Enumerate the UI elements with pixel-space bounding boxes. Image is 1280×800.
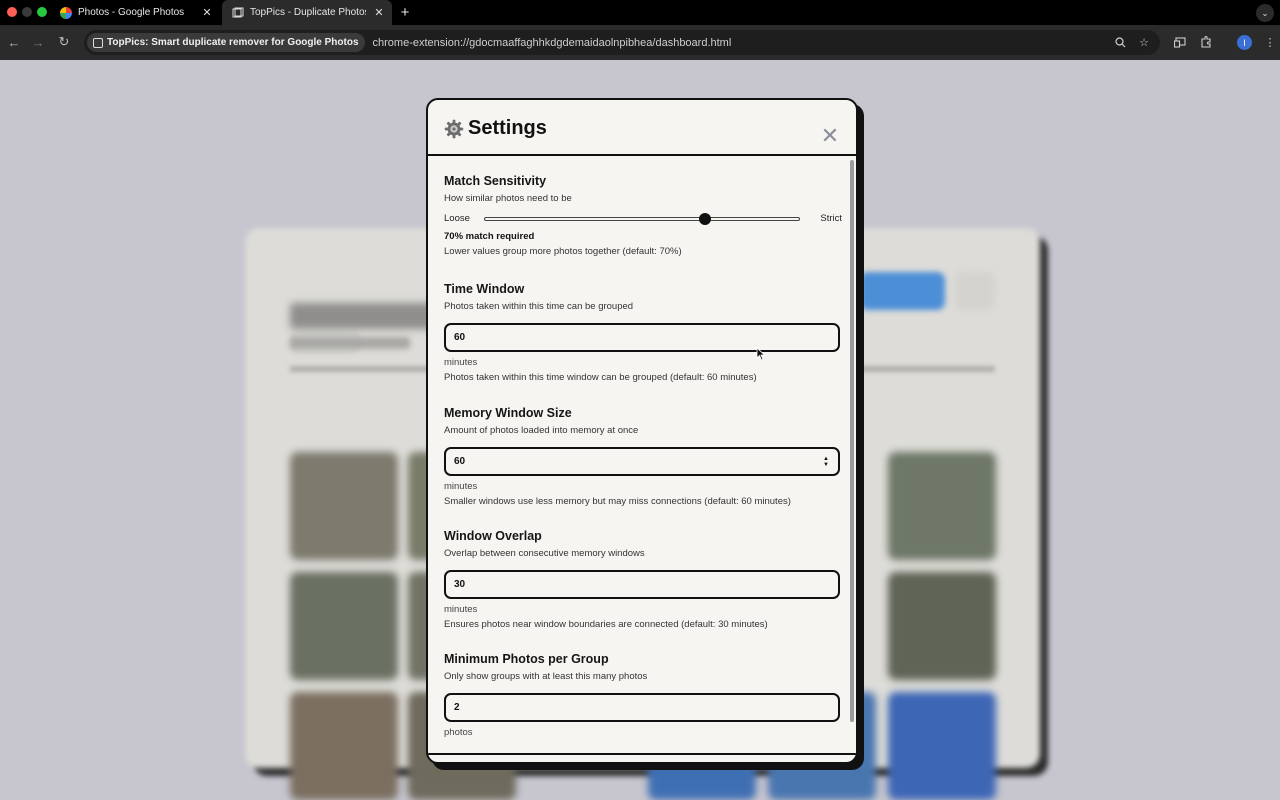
tab-strip: Photos - Google Photos ✕ TopPics - Dupli…: [0, 0, 1280, 25]
time-window-input[interactable]: 60: [444, 323, 840, 352]
unit-label: minutes: [444, 604, 478, 615]
tab-google-photos[interactable]: Photos - Google Photos ✕: [50, 0, 220, 25]
section-title: Memory Window Size: [444, 406, 572, 420]
new-tab-icon[interactable]: +: [396, 3, 414, 21]
kebab-menu-icon[interactable]: ⋮: [1262, 34, 1278, 50]
sensitivity-slider-row: Loose Strict: [444, 211, 842, 227]
toppics-icon: [232, 7, 244, 19]
time-window-section: Time Window Photos taken within this tim…: [444, 282, 842, 383]
gear-icon: [444, 119, 464, 139]
settings-body: Match Sensitivity How similar photos nee…: [428, 158, 848, 754]
section-note: Lower values group more photos together …: [444, 246, 682, 257]
settings-modal: Settings ✕ Match Sensitivity How similar…: [426, 98, 858, 764]
slider-min-label: Loose: [444, 213, 470, 224]
mouse-cursor-icon: [756, 347, 766, 361]
zoom-icon[interactable]: [1112, 34, 1128, 50]
cast-icon[interactable]: [1172, 34, 1188, 50]
profile-avatar[interactable]: I: [1237, 35, 1252, 50]
tab-title: TopPics - Duplicate Photos D: [250, 7, 366, 18]
reload-icon[interactable]: ↻: [55, 33, 73, 51]
section-note: Smaller windows use less memory but may …: [444, 496, 791, 507]
number-stepper-icon[interactable]: ▲ ▼: [822, 456, 830, 468]
blurred-photo-thumb: [888, 452, 996, 560]
memory-window-input[interactable]: 60 ▲ ▼: [444, 447, 840, 476]
close-modal-button[interactable]: ✕: [820, 123, 840, 148]
section-note: Photos taken within this time window can…: [444, 372, 757, 383]
modal-header: Settings ✕: [428, 100, 856, 156]
blurred-primary-button: [860, 272, 945, 310]
unit-label: photos: [444, 727, 473, 738]
sensitivity-slider[interactable]: [484, 213, 800, 225]
close-tab-icon[interactable]: ✕: [200, 6, 214, 20]
forward-arrow-icon[interactable]: →: [29, 33, 47, 51]
scrollbar-thumb[interactable]: [850, 160, 854, 722]
minimize-window-button[interactable]: [22, 7, 32, 17]
input-value: 60: [454, 332, 466, 343]
section-title: Match Sensitivity: [444, 174, 547, 188]
blurred-photo-thumb: [888, 572, 996, 680]
slider-max-label: Strict: [820, 213, 842, 224]
blurred-settings-button: [955, 272, 995, 310]
min-photos-section: Minimum Photos per Group Only show group…: [444, 652, 842, 738]
modal-footer-divider: [428, 753, 856, 755]
blurred-subheading: [290, 337, 410, 349]
maximize-window-button[interactable]: [37, 7, 47, 17]
memory-window-section: Memory Window Size Amount of photos load…: [444, 406, 842, 507]
modal-scrollbar[interactable]: [849, 158, 855, 754]
extension-icon: [93, 37, 103, 48]
unit-label: minutes: [444, 481, 478, 492]
input-value: 30: [454, 579, 466, 590]
section-title: Window Overlap: [444, 529, 542, 543]
google-photos-icon: [60, 6, 72, 19]
extensions-puzzle-icon[interactable]: [1198, 34, 1214, 50]
blurred-photo-thumb: [290, 692, 398, 800]
tab-search-chevron-icon[interactable]: ⌄: [1256, 4, 1274, 22]
tab-toppics[interactable]: TopPics - Duplicate Photos D ✕: [222, 0, 392, 25]
slider-handle[interactable]: [698, 213, 711, 225]
address-bar[interactable]: TopPics: Smart duplicate remover for Goo…: [84, 30, 1160, 55]
tab-title: Photos - Google Photos: [78, 7, 185, 18]
match-sensitivity-section: Match Sensitivity How similar photos nee…: [444, 174, 842, 257]
modal-title-text: Settings: [468, 117, 547, 139]
min-photos-input[interactable]: 2: [444, 693, 840, 722]
site-info-chip[interactable]: TopPics: Smart duplicate remover for Goo…: [87, 33, 365, 52]
section-description: Photos taken within this time can be gro…: [444, 301, 634, 312]
sensitivity-value-text: 70% match required: [444, 231, 535, 242]
section-note: Ensures photos near window boundaries ar…: [444, 619, 768, 630]
bookmark-star-icon[interactable]: ☆: [1136, 34, 1152, 50]
close-window-button[interactable]: [7, 7, 17, 17]
section-description: Only show groups with at least this many…: [444, 671, 648, 682]
blurred-photo-thumb: [290, 572, 398, 680]
section-description: Amount of photos loaded into memory at o…: [444, 425, 639, 436]
site-chip-label: TopPics: Smart duplicate remover for Goo…: [107, 37, 359, 48]
blurred-photo-thumb: [290, 452, 398, 560]
modal-title: Settings: [444, 117, 547, 140]
input-value: 2: [454, 702, 460, 713]
window-overlap-section: Window Overlap Overlap between consecuti…: [444, 529, 842, 630]
section-title: Time Window: [444, 282, 525, 296]
blurred-photo-thumb: [888, 692, 996, 800]
unit-label: minutes: [444, 357, 478, 368]
section-title: Minimum Photos per Group: [444, 652, 609, 666]
section-description: Overlap between consecutive memory windo…: [444, 548, 645, 559]
close-tab-icon[interactable]: ✕: [372, 6, 386, 20]
window-overlap-input[interactable]: 30: [444, 570, 840, 599]
section-description: How similar photos need to be: [444, 193, 572, 204]
blurred-heading: [290, 303, 440, 329]
browser-toolbar: ← → ↻ TopPics: Smart duplicate remover f…: [0, 25, 1280, 60]
url-text: chrome-extension://gdocmaaffaghhkdgdemai…: [372, 36, 732, 49]
back-arrow-icon[interactable]: ←: [5, 33, 23, 51]
input-value: 60: [454, 456, 466, 467]
